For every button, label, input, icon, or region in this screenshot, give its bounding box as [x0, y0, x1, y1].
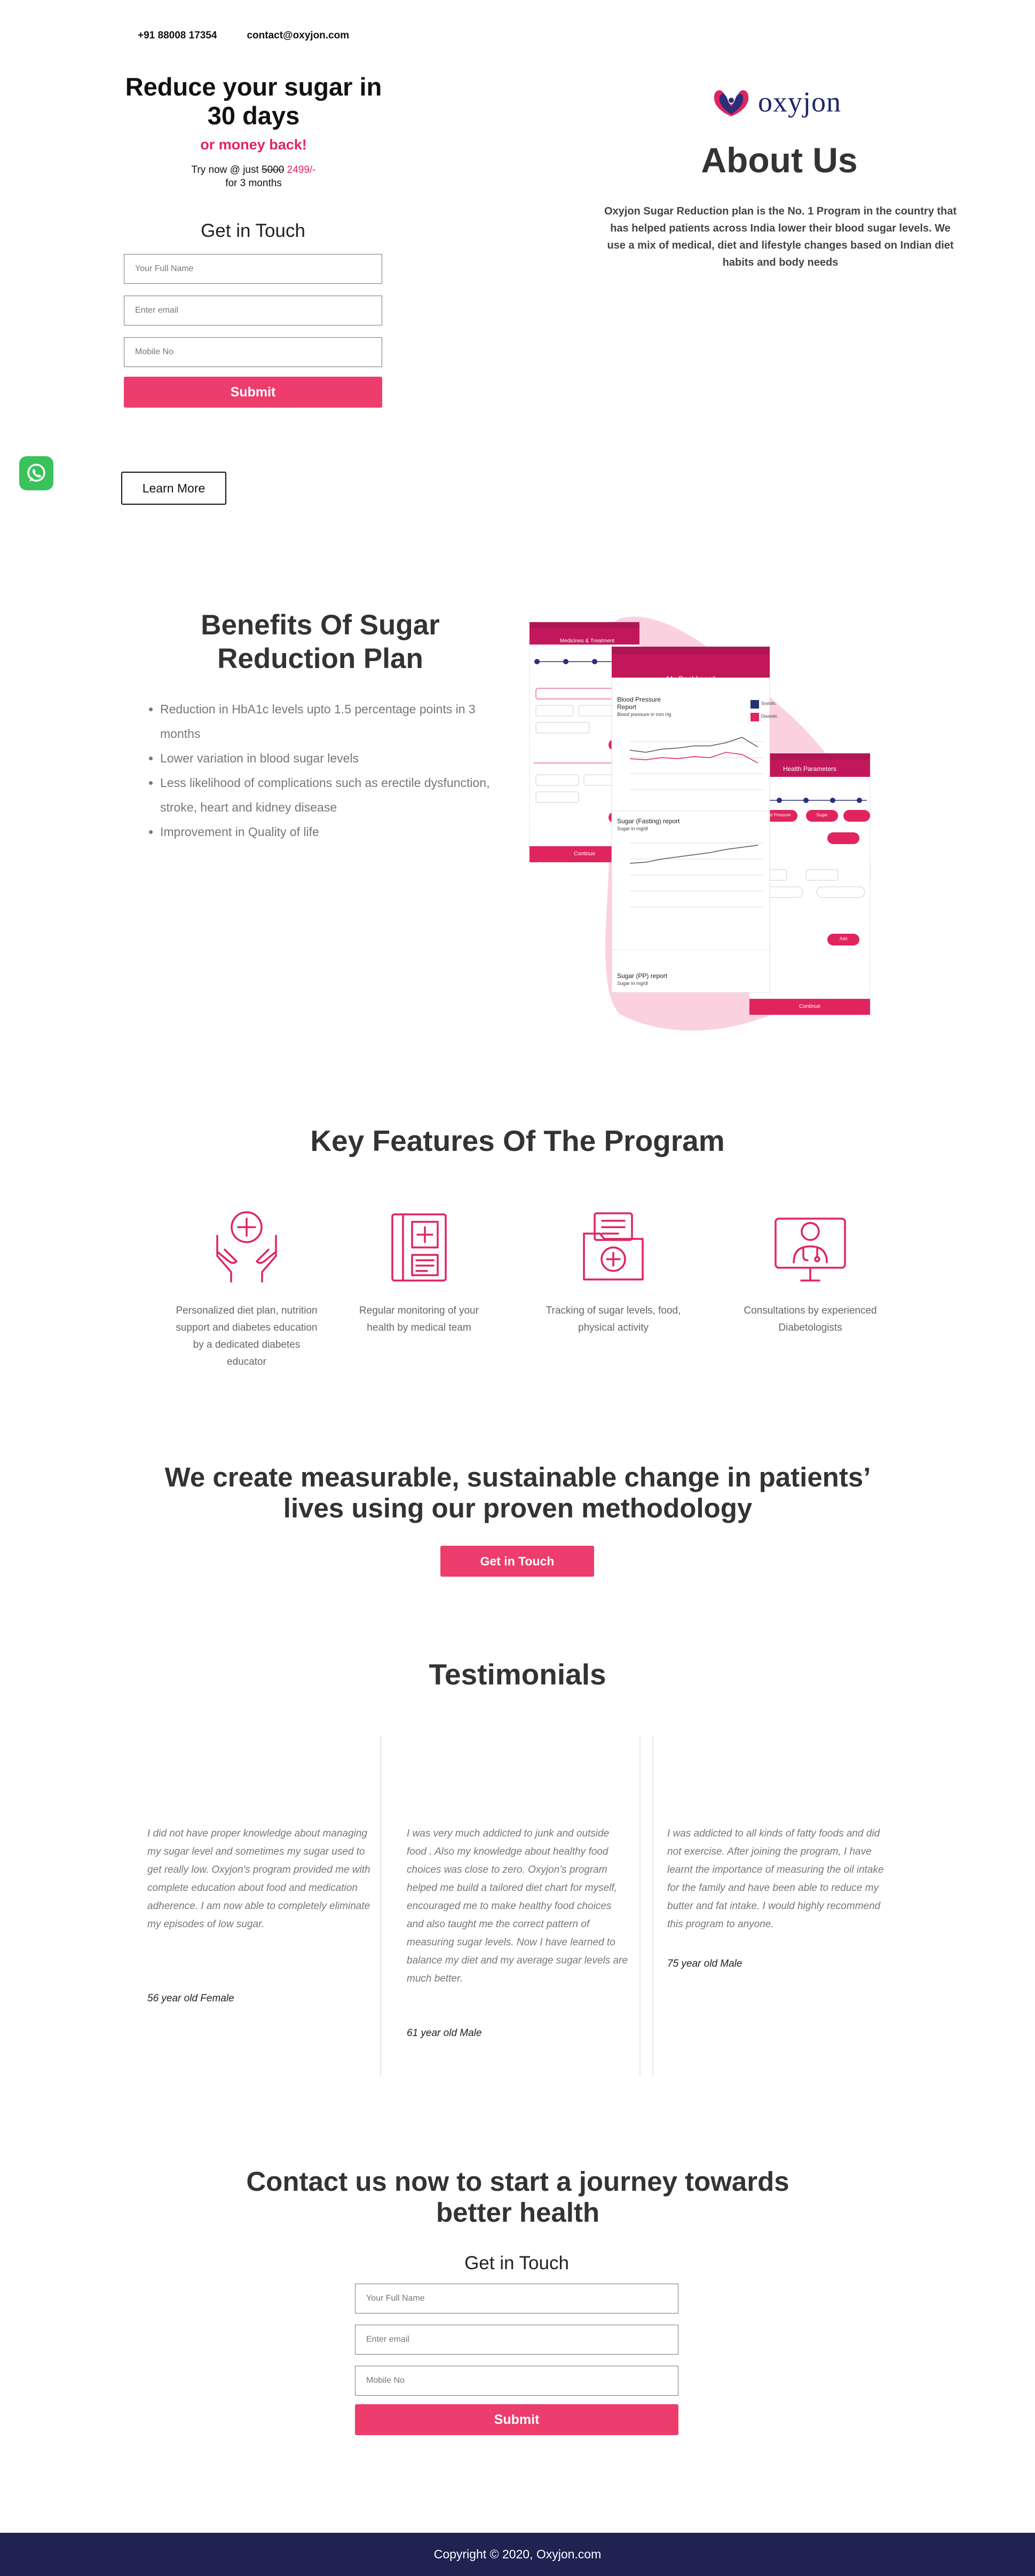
phone-right-continue: Continue — [799, 1004, 821, 1009]
contact-mobile-input[interactable] — [355, 2366, 678, 2396]
benefits-title: Benefits Of Sugar Reduction Plan — [201, 609, 440, 674]
care-hands-icon — [216, 1211, 277, 1283]
benefit-item: Less likelihood of complications such as… — [160, 770, 512, 820]
mobile-input[interactable] — [124, 337, 382, 367]
features-title: Key Features Of The Program — [310, 1124, 725, 1157]
pp-report-subtitle: Sugar in mg/dl — [617, 981, 649, 986]
pricing-duration: for 3 months — [225, 178, 282, 189]
benefit-item: Reduction in HbA1c levels upto 1.5 perce… — [160, 697, 512, 746]
old-price: 5000 — [262, 164, 285, 176]
testimonial-text: I did not have proper knowledge about ma… — [147, 1828, 370, 1930]
whatsapp-button[interactable] — [19, 456, 53, 490]
logo-text: oxyjon — [758, 86, 842, 118]
divider — [652, 1735, 653, 2077]
testimonial-author: 61 year old Male — [407, 2028, 482, 2039]
phone-center-header: My Dashboard — [666, 674, 715, 683]
footer: Copyright © 2020, Oxyjon.com — [0, 2533, 1035, 2576]
contact-submit-button[interactable]: Submit — [355, 2404, 678, 2435]
testimonial-author: 75 year old Male — [667, 1958, 742, 1969]
phone-right-tab-sugar: Sugar — [816, 813, 828, 817]
feature-card: Consultations by experienced Diabetologi… — [738, 1204, 882, 1337]
submit-button[interactable]: Submit — [124, 377, 382, 408]
contact-email-input[interactable] — [355, 2325, 678, 2355]
medical-report-icon — [391, 1213, 447, 1282]
about-title: About Us — [701, 140, 858, 180]
top-contact-bar: +91 88008 17354 contact@oxyjon.com — [138, 30, 349, 42]
feature-text: Consultations by experienced Diabetologi… — [744, 1305, 877, 1333]
about-description: Oxyjon Sugar Reduction plan is the No. 1… — [604, 205, 957, 268]
phone-left-continue: Continue — [573, 851, 596, 857]
bp-report-subtitle: Blood pressure in mm Hg — [617, 712, 671, 717]
pricing-prefix: Try now @ just — [191, 164, 259, 176]
phone-left-header: Medicines & Treatment — [559, 638, 615, 644]
fasting-report-subtitle: Sugar in mg/dl — [617, 826, 649, 831]
copyright-text: Copyright © 2020, Oxyjon.com — [433, 2547, 602, 2561]
phone-right-header: Health Parameters — [783, 765, 837, 773]
benefit-item: Lower variation in blood sugar levels — [160, 746, 512, 770]
whatsapp-icon — [27, 464, 45, 482]
divider — [380, 1735, 381, 2077]
contact-form-title: Get in Touch — [464, 2253, 569, 2273]
phone-number[interactable]: +91 88008 17354 — [138, 30, 217, 42]
feature-text: Tracking of sugar levels, food, physical… — [546, 1305, 681, 1333]
brand-logo: oxyjon — [710, 85, 841, 118]
testimonial-author: 56 year old Female — [147, 1993, 234, 2004]
hero-title: Reduce your sugar in 30 days — [125, 73, 382, 130]
feature-text: Regular monitoring of your health by med… — [359, 1305, 479, 1333]
contact-full-name-input[interactable] — [355, 2284, 678, 2313]
testimonial-card: I was very much addicted to junk and out… — [407, 1739, 636, 2070]
testimonial-text: I was very much addicted to junk and out… — [407, 1828, 628, 1984]
contact-email[interactable]: contact@oxyjon.com — [247, 30, 349, 42]
testimonial-card: I did not have proper knowledge about ma… — [147, 1739, 377, 2070]
medical-folder-icon — [583, 1212, 644, 1281]
phone-right-add: Add — [839, 936, 848, 941]
form-title: Get in Touch — [201, 220, 305, 241]
fasting-report-title: Sugar (Fasting) report — [617, 817, 680, 825]
legend-diastolic: Diastolic — [761, 714, 778, 719]
doctor-consult-icon — [775, 1218, 846, 1282]
feature-card: Personalized diet plan, nutrition suppor… — [175, 1204, 319, 1371]
app-screens-illustration: Medicines & Treatment Continue My Dashbo… — [528, 608, 891, 1046]
get-in-touch-button[interactable]: Get in Touch — [440, 1546, 594, 1577]
bp-report-title: Blood Pressure Report — [617, 696, 661, 711]
feature-text: Personalized diet plan, nutrition suppor… — [176, 1305, 318, 1367]
contact-title: Contact us now to start a journey toward… — [246, 2166, 789, 2228]
testimonials-title: Testimonials — [429, 1658, 606, 1691]
feature-card: Tracking of sugar levels, food, physical… — [541, 1204, 685, 1337]
hero-subtitle: or money back! — [200, 137, 307, 153]
benefits-list: Reduction in HbA1c levels upto 1.5 perce… — [160, 697, 512, 844]
benefit-item: Improvement in Quality of life — [160, 820, 512, 844]
learn-more-button[interactable]: Learn More — [121, 472, 226, 505]
email-input[interactable] — [124, 296, 382, 325]
testimonial-card: I was addicted to all kinds of fatty foo… — [667, 1739, 897, 2070]
legend-systolic: Systolic — [761, 701, 776, 706]
pp-report-title: Sugar (PP) report — [617, 972, 668, 980]
pricing-text: Try now @ just 5000 2499/- for 3 months — [117, 163, 390, 190]
feature-card: Regular monitoring of your health by med… — [347, 1204, 491, 1337]
full-name-input[interactable] — [124, 254, 382, 284]
divider — [639, 1735, 641, 2077]
logo-mark-icon — [714, 90, 749, 116]
new-price: 2499/- — [287, 164, 316, 176]
methodology-title: We create measurable, sustainable change… — [164, 1462, 871, 1523]
phone-right-tab-bp: Blood Pressure — [761, 813, 791, 817]
testimonial-text: I was addicted to all kinds of fatty foo… — [667, 1828, 884, 1930]
